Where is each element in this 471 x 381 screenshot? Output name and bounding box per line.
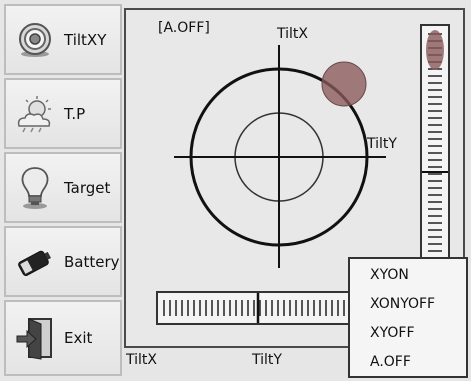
menu-item-xyon[interactable]: XYON [370, 267, 409, 283]
bottom-tiltx-label: TiltX [126, 352, 157, 368]
tiltx-axis-label: TiltX [277, 26, 308, 42]
menu-item-aoff[interactable]: A.OFF [370, 354, 411, 370]
tilty-axis-label: TiltY [367, 136, 397, 152]
horizontal-tilt-gauge [156, 291, 354, 325]
bottom-tilty-label: TiltY [252, 352, 282, 368]
tilt-indicator-dot [321, 61, 367, 107]
menu-item-xonyoff[interactable]: XONYOFF [370, 296, 435, 312]
vertical-gauge-indicator [426, 30, 444, 70]
mode-dropdown-menu: XYON XONYOFF XYOFF A.OFF [348, 257, 468, 378]
mode-label: [A.OFF] [158, 20, 210, 36]
menu-item-xyoff[interactable]: XYOFF [370, 325, 415, 341]
vertical-tilt-gauge [420, 24, 450, 264]
app-window: TiltXY T.P Target Battery Exit [A.OFF] T… [0, 0, 471, 381]
